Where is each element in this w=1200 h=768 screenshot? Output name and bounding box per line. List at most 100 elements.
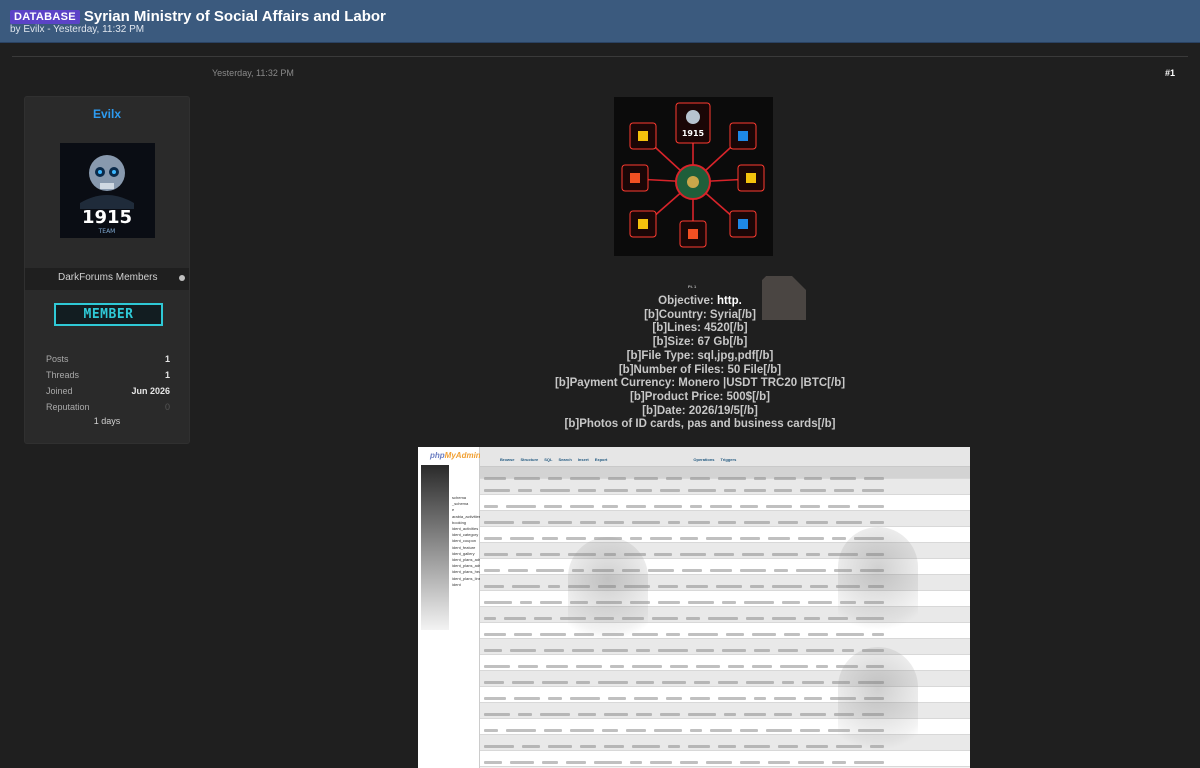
stat-value[interactable]: 1 [165,370,170,380]
username-link[interactable]: Evilx [25,107,189,121]
stat-value[interactable]: 1 [165,354,170,364]
pma-table-cell [772,585,802,588]
pma-table-cell [578,489,596,492]
pma-table-cell [514,477,540,480]
skull-watermark [838,647,918,767]
pma-table-cell [718,477,746,480]
pma-table-cell [800,713,826,716]
pma-table-cell [774,569,788,572]
pma-table-cell [722,649,746,652]
pma-table-cell [662,681,686,684]
pma-table-cell [566,761,586,764]
pma-tab: SQL [544,457,553,462]
pma-table-cell [804,697,822,700]
pma-table-cell [682,569,702,572]
pma-table-cell [772,553,798,556]
pma-table-cell [636,713,652,716]
pma-table-cell [484,713,510,716]
pma-table-cell [660,713,680,716]
pma-table-cell [604,745,624,748]
post-line: [b]Size: 67 Gb[/b] [652,336,748,349]
skull-avatar-image: 1915 TEAM [60,143,155,238]
pma-table-cell [578,713,596,716]
pma-table-cell [754,649,770,652]
pma-table-cell [782,681,794,684]
pma-table-cell [636,681,654,684]
pma-table-cell [632,521,660,524]
pma-table-cell [512,681,534,684]
pma-table-cell [784,633,800,636]
pma-table-cell [604,521,624,524]
pma-table-cell [768,537,790,540]
pma-table-cell [504,617,526,620]
pma-table-cell [548,745,572,748]
stat-label: Threads [46,370,80,380]
avatar[interactable]: 1915 TEAM [60,143,155,238]
pma-table-cell [724,489,736,492]
pma-table-cell [518,713,532,716]
pma-table-cell [688,521,710,524]
thread-header: DATABASE Syrian Ministry of Social Affai… [0,0,1200,43]
pma-table-cell [728,665,744,668]
stat-joined: Joined Jun 2026 [46,386,170,396]
network-diagram-image: 1915 [614,97,773,256]
pma-table-cell [484,617,496,620]
pma-table-cell [828,505,850,508]
pma-table-cell [654,505,682,508]
stat-value[interactable]: 0 [165,402,170,412]
skull-watermark [838,527,918,647]
pma-table-cell [540,489,570,492]
pma-table-cell [688,601,714,604]
pma-table-cell [806,649,834,652]
pma-table-cell [754,477,766,480]
pma-table-cell [608,477,626,480]
pma-table-cell [650,761,672,764]
pma-table-row [480,495,970,511]
objective-link[interactable]: http. [717,295,742,307]
pma-table-cell [774,697,796,700]
pma-table-cell [800,489,826,492]
pma-table-cell [778,649,798,652]
banner-label: 1915 [682,129,705,138]
pma-table-cell [668,745,680,748]
pma-table-cell [576,681,590,684]
stat-label: Posts [46,354,69,364]
post-line: [b]Date: 2026/19/5[/b] [642,404,758,417]
pma-table-cell [566,537,586,540]
pma-table-cell [746,617,764,620]
pma-sidebar: phpMyAdmin schema _schema e arabia_activ… [418,447,492,768]
pma-table-cell [544,505,562,508]
pma-table-cell [774,477,796,480]
pma-table-cell [626,729,646,732]
pma-table-cell [484,729,498,732]
thread-meta: by Evilx - Yesterday, 11:32 PM [10,24,145,35]
pma-table-cell [740,505,758,508]
pma-table-cell [634,477,658,480]
pma-table-row [480,479,970,495]
pma-tab: Structure [520,457,539,462]
online-status-indicator [179,275,185,281]
pma-table-cell [680,537,698,540]
post-line: [b]Photos of ID cards, pas and business … [564,418,836,431]
pma-table-cell [536,569,564,572]
pma-table-cell [636,489,652,492]
pma-table-cell [806,521,828,524]
pma-table-cell [484,521,514,524]
pma-table-cell [506,729,536,732]
pma-table-cell [710,729,732,732]
pma-table-cell [796,569,826,572]
pma-table-cell [766,729,792,732]
pma-table-cell [484,601,512,604]
pma-tabs: Browse Structure SQL Search Insert Expor… [480,447,970,467]
post-number-link[interactable]: #1 [1165,68,1175,78]
pma-table-cell [484,761,502,764]
pma-table-cell [696,665,720,668]
pma-table-cell [484,697,506,700]
pma-table-cell [652,617,678,620]
pma-table-cell [740,569,766,572]
pma-table-cell [808,633,828,636]
pma-table-cell [744,521,770,524]
pma-table-cell [744,489,766,492]
thread-prefix-badge[interactable]: DATABASE [10,9,80,24]
pma-table-cell [744,713,766,716]
